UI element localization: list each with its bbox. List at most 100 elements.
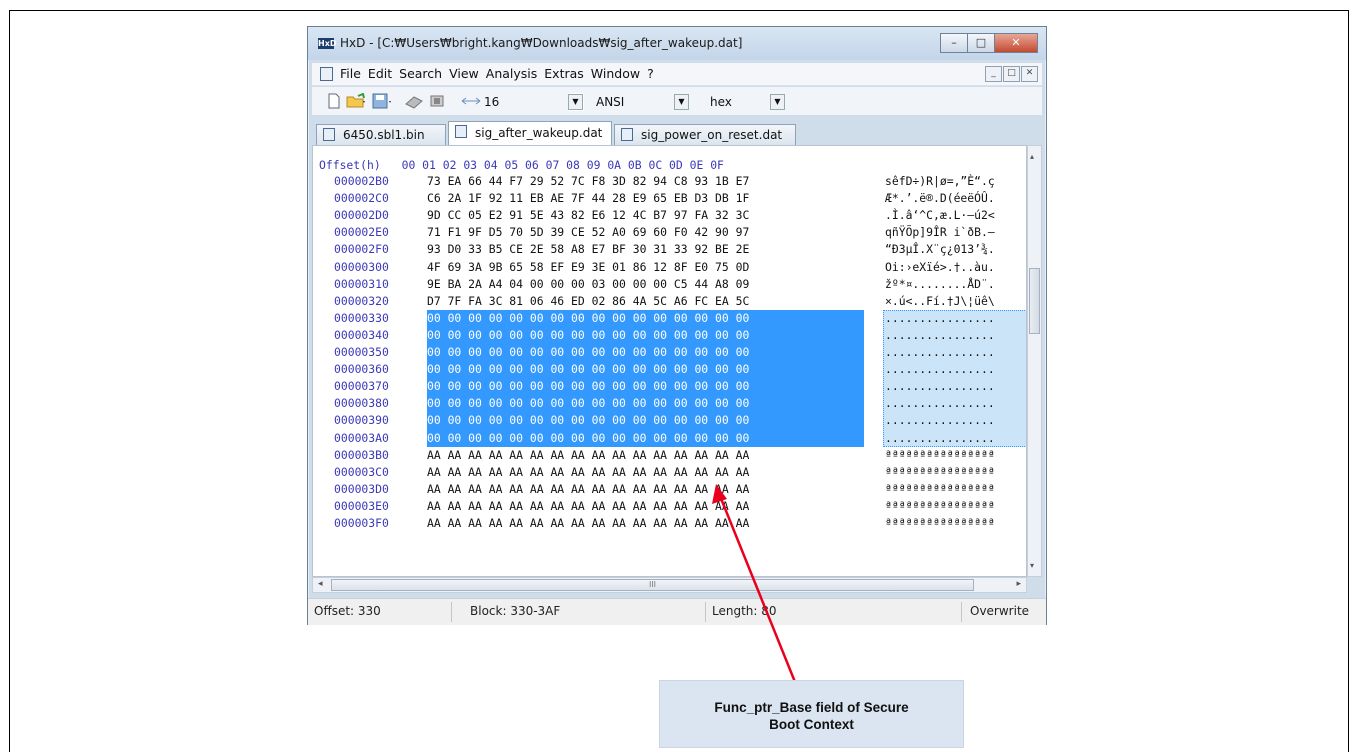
horizontal-scrollbar[interactable]: ◂ III ▸ (312, 577, 1027, 593)
hex-editor[interactable]: Offset(h) 00 01 02 03 04 05 06 07 08 09 … (312, 145, 1027, 577)
row-hex-bytes[interactable]: 00 00 00 00 00 00 00 00 00 00 00 00 00 0… (427, 345, 749, 359)
row-hex-bytes[interactable]: 00 00 00 00 00 00 00 00 00 00 00 00 00 0… (427, 431, 749, 445)
row-hex-bytes[interactable]: AA AA AA AA AA AA AA AA AA AA AA AA AA A… (427, 499, 749, 513)
mdi-minimize-button[interactable]: _ (985, 66, 1002, 82)
bytes-per-row-dropdown[interactable]: ▼ (568, 93, 584, 111)
table-row[interactable]: 00000380 00 00 00 00 00 00 00 00 00 00 00… (313, 396, 1026, 411)
minimize-button[interactable]: – (940, 33, 968, 53)
table-row[interactable]: 00000360 00 00 00 00 00 00 00 00 00 00 00… (313, 362, 1026, 377)
new-file-icon[interactable] (326, 93, 342, 109)
row-hex-bytes[interactable]: 00 00 00 00 00 00 00 00 00 00 00 00 00 0… (427, 328, 749, 342)
row-ascii[interactable]: ................ (885, 345, 995, 359)
row-hex-bytes[interactable]: AA AA AA AA AA AA AA AA AA AA AA AA AA A… (427, 465, 749, 479)
horizontal-scroll-thumb[interactable]: III (331, 579, 974, 591)
table-row[interactable]: 00000320 D7 7F FA 3C 81 06 46 ED 02 86 4A… (313, 294, 1026, 309)
document-icon[interactable] (320, 67, 333, 81)
row-ascii[interactable]: ................ (885, 396, 995, 410)
row-ascii[interactable]: ................ (885, 328, 995, 342)
row-hex-bytes[interactable]: 00 00 00 00 00 00 00 00 00 00 00 00 00 0… (427, 362, 749, 376)
scroll-up-icon[interactable]: ▴ (1030, 152, 1034, 161)
table-row[interactable]: 000002F0 93 D0 33 B5 CE 2E 58 A8 E7 BF 30… (313, 242, 1026, 257)
menu-extras[interactable]: Extras (544, 66, 584, 81)
row-hex-bytes[interactable]: AA AA AA AA AA AA AA AA AA AA AA AA AA A… (427, 448, 749, 462)
row-hex-bytes[interactable]: C6 2A 1F 92 11 EB AE 7F 44 28 E9 65 EB D… (427, 191, 749, 205)
table-row[interactable]: 000003F0 AA AA AA AA AA AA AA AA AA AA AA… (313, 516, 1026, 531)
maximize-button[interactable]: □ (967, 33, 995, 53)
row-hex-bytes[interactable]: 9D CC 05 E2 91 5E 43 82 E6 12 4C B7 97 F… (427, 208, 749, 222)
row-ascii[interactable]: ªªªªªªªªªªªªªªªª (885, 482, 995, 496)
row-hex-bytes[interactable]: 00 00 00 00 00 00 00 00 00 00 00 00 00 0… (427, 413, 749, 427)
table-row[interactable]: 000002C0 C6 2A 1F 92 11 EB AE 7F 44 28 E9… (313, 191, 1026, 206)
vertical-scroll-thumb[interactable] (1029, 268, 1040, 334)
mdi-restore-button[interactable]: □ (1003, 66, 1020, 82)
row-ascii[interactable]: Oi:›eXïé>.†..àu. (885, 260, 995, 274)
mdi-close-button[interactable]: ✕ (1021, 66, 1038, 82)
row-hex-bytes[interactable]: 4F 69 3A 9B 65 58 EF E9 3E 01 86 12 8F E… (427, 260, 749, 274)
close-button[interactable]: ✕ (994, 33, 1038, 53)
save-icon[interactable] (372, 93, 394, 109)
row-hex-bytes[interactable]: AA AA AA AA AA AA AA AA AA AA AA AA AA A… (427, 516, 749, 530)
row-ascii[interactable]: ................ (885, 431, 995, 445)
tab-sig-after-wakeup[interactable]: sig_after_wakeup.dat (448, 121, 612, 146)
row-ascii[interactable]: ................ (885, 311, 995, 325)
table-row[interactable]: 00000370 00 00 00 00 00 00 00 00 00 00 00… (313, 379, 1026, 394)
ram-icon[interactable] (428, 93, 448, 109)
row-hex-bytes[interactable]: D7 7F FA 3C 81 06 46 ED 02 86 4A 5C A6 F… (427, 294, 749, 308)
scroll-right-icon[interactable]: ▸ (1016, 579, 1021, 589)
table-row[interactable]: 000002B0 73 EA 66 44 F7 29 52 7C F8 3D 82… (313, 174, 1026, 189)
row-ascii[interactable]: ªªªªªªªªªªªªªªªª (885, 448, 995, 462)
row-hex-bytes[interactable]: 93 D0 33 B5 CE 2E 58 A8 E7 BF 30 31 33 9… (427, 242, 749, 256)
row-hex-bytes[interactable]: 00 00 00 00 00 00 00 00 00 00 00 00 00 0… (427, 311, 749, 325)
tab-6450-sbl1[interactable]: 6450.sbl1.bin (316, 124, 446, 145)
row-ascii[interactable]: “Ð3µÎ.X¨ç¿013’¾. (885, 242, 995, 256)
open-file-icon[interactable] (346, 93, 368, 109)
row-ascii[interactable]: sêfD÷)R|ø=,”È“.ç (885, 174, 995, 188)
table-row[interactable]: 000003E0 AA AA AA AA AA AA AA AA AA AA AA… (313, 499, 1026, 514)
disk-icon[interactable] (404, 93, 424, 109)
menu-edit[interactable]: Edit (368, 66, 392, 81)
row-ascii[interactable]: ................ (885, 413, 995, 427)
menu-view[interactable]: View (449, 66, 479, 81)
row-ascii[interactable]: ªªªªªªªªªªªªªªªª (885, 465, 995, 479)
row-hex-bytes[interactable]: 73 EA 66 44 F7 29 52 7C F8 3D 82 94 C8 9… (427, 174, 749, 188)
menu-window[interactable]: Window (591, 66, 640, 81)
table-row[interactable]: 000002D0 9D CC 05 E2 91 5E 43 82 E6 12 4C… (313, 208, 1026, 223)
row-hex-bytes[interactable]: 00 00 00 00 00 00 00 00 00 00 00 00 00 0… (427, 396, 749, 410)
status-divider (961, 602, 962, 622)
table-row[interactable]: 00000330 00 00 00 00 00 00 00 00 00 00 00… (313, 311, 1026, 326)
vertical-scrollbar[interactable]: ▴ ▾ (1027, 145, 1042, 577)
table-row[interactable]: 00000340 00 00 00 00 00 00 00 00 00 00 00… (313, 328, 1026, 343)
offset-base-select[interactable]: hex ▼ (706, 93, 786, 111)
table-row[interactable]: 00000350 00 00 00 00 00 00 00 00 00 00 00… (313, 345, 1026, 360)
tab-sig-power-on-reset[interactable]: sig_power_on_reset.dat (614, 124, 796, 145)
row-ascii[interactable]: ªªªªªªªªªªªªªªªª (885, 516, 995, 530)
row-hex-bytes[interactable]: 71 F1 9F D5 70 5D 39 CE 52 A0 69 60 F0 4… (427, 225, 749, 239)
table-row[interactable]: 00000300 4F 69 3A 9B 65 58 EF E9 3E 01 86… (313, 260, 1026, 275)
row-ascii[interactable]: ªªªªªªªªªªªªªªªª (885, 499, 995, 513)
scroll-left-icon[interactable]: ◂ (318, 579, 323, 589)
row-hex-bytes[interactable]: 00 00 00 00 00 00 00 00 00 00 00 00 00 0… (427, 379, 749, 393)
row-ascii[interactable]: žº*¤........ÅD¨. (885, 277, 995, 291)
row-ascii[interactable]: qñŸÕp]9ÎR i`ðB.— (885, 225, 995, 239)
row-ascii[interactable]: ................ (885, 362, 995, 376)
table-row[interactable]: 000002E0 71 F1 9F D5 70 5D 39 CE 52 A0 69… (313, 225, 1026, 240)
table-row[interactable]: 00000390 00 00 00 00 00 00 00 00 00 00 00… (313, 413, 1026, 428)
title-bar[interactable]: HxD HxD - [C:₩Users₩bright.kang₩Download… (308, 27, 1046, 60)
menu-search[interactable]: Search (399, 66, 442, 81)
row-hex-bytes[interactable]: AA AA AA AA AA AA AA AA AA AA AA AA AA A… (427, 482, 749, 496)
row-ascii[interactable]: ................ (885, 379, 995, 393)
table-row[interactable]: 000003A0 00 00 00 00 00 00 00 00 00 00 00… (313, 431, 1026, 446)
row-ascii[interactable]: ×.ú<..Fí.†J\¦üê\ (885, 294, 995, 308)
scroll-down-icon[interactable]: ▾ (1030, 561, 1034, 570)
table-row[interactable]: 000003C0 AA AA AA AA AA AA AA AA AA AA AA… (313, 465, 1026, 480)
charset-select[interactable]: ANSI ▼ (592, 93, 690, 111)
menu-file[interactable]: File (340, 66, 361, 81)
table-row[interactable]: 000003B0 AA AA AA AA AA AA AA AA AA AA AA… (313, 448, 1026, 463)
row-hex-bytes[interactable]: 9E BA 2A A4 04 00 00 00 03 00 00 00 C5 4… (427, 277, 749, 291)
row-ascii[interactable]: .Ì.â‘^C,æ.L·—ú2< (885, 208, 995, 222)
table-row[interactable]: 000003D0 AA AA AA AA AA AA AA AA AA AA AA… (313, 482, 1026, 497)
menu-analysis[interactable]: Analysis (486, 66, 538, 81)
row-ascii[interactable]: Æ*.’.ë®.D(éeëÓÛ. (885, 191, 995, 205)
table-row[interactable]: 00000310 9E BA 2A A4 04 00 00 00 03 00 00… (313, 277, 1026, 292)
menu-help[interactable]: ? (647, 66, 654, 81)
